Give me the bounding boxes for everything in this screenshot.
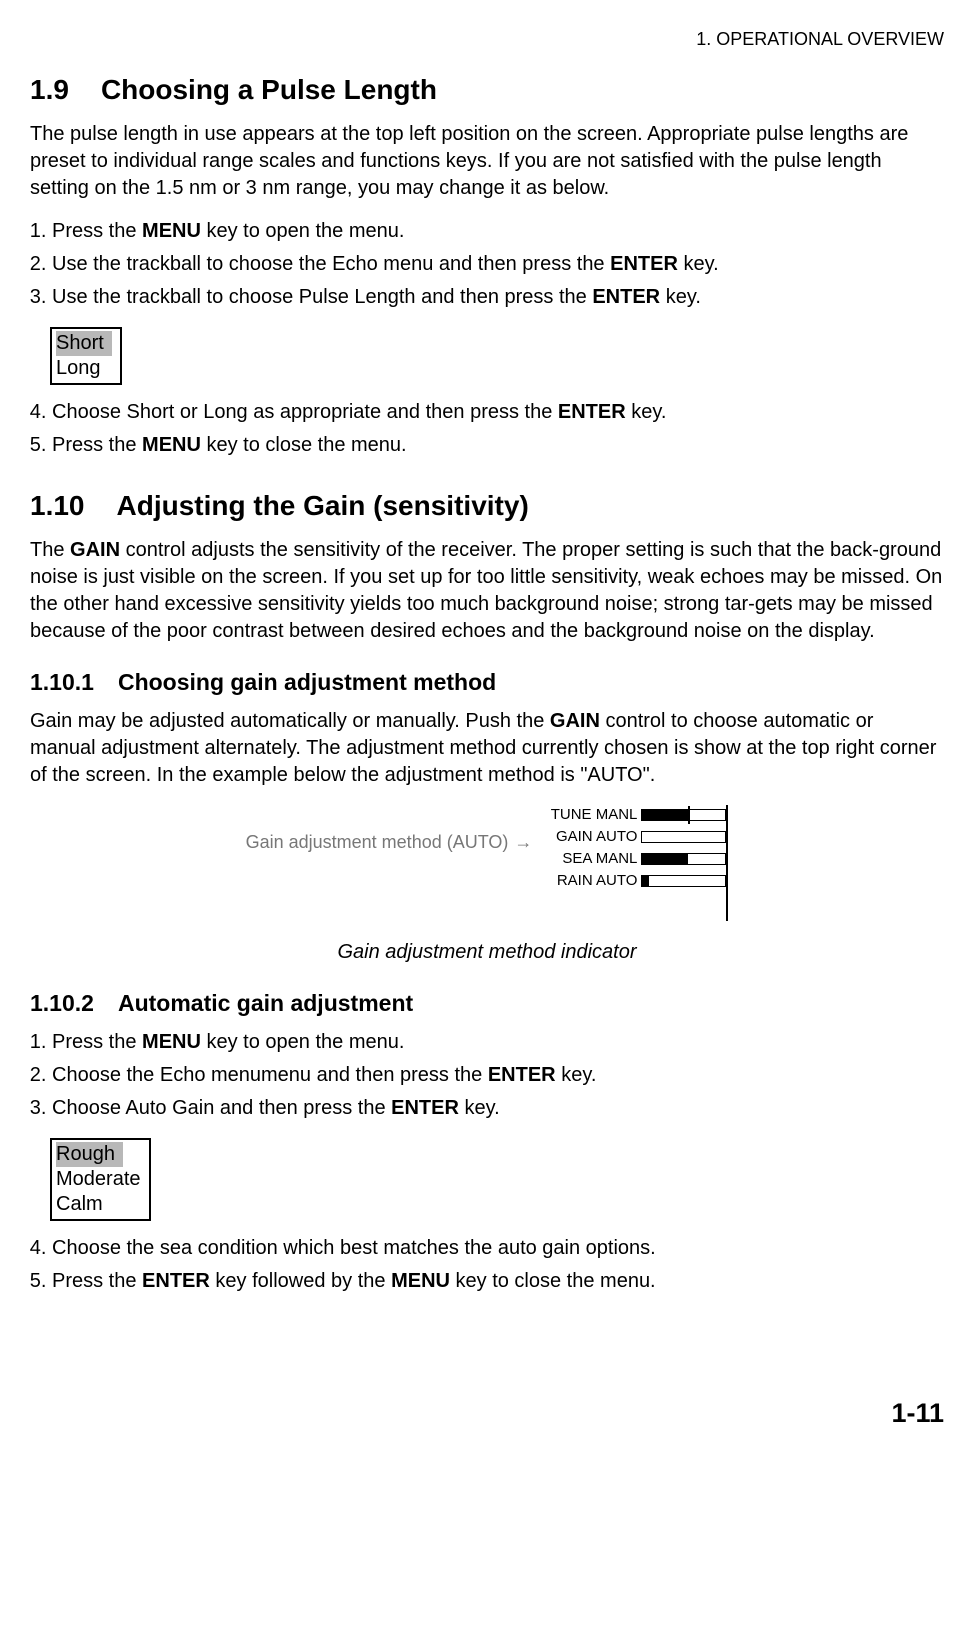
- section-1-10-intro: The GAIN control adjusts the sensitivity…: [30, 537, 944, 645]
- gain-row: GAIN AUTO: [542, 827, 726, 847]
- step-4: Choose Short or Long as appropriate and …: [52, 399, 944, 426]
- section-number: 1.10: [30, 487, 85, 525]
- subsection-title: Automatic gain adjustment: [118, 990, 413, 1016]
- section-1-10-heading: 1.10 Adjusting the Gain (sensitivity): [30, 487, 944, 525]
- figure-caption: Gain adjustment method indicator: [30, 939, 944, 966]
- option-calm: Calm: [56, 1192, 141, 1217]
- subsection-1-10-1-heading: 1.10.1 Choosing gain adjustment method: [30, 667, 944, 698]
- section-title: Choosing a Pulse Length: [101, 74, 437, 105]
- option-long: Long: [56, 356, 112, 381]
- page-number: 1-11: [30, 1395, 944, 1431]
- step-5: Press the ENTER key followed by the MENU…: [52, 1268, 944, 1295]
- step-2: Use the trackball to choose the Echo men…: [52, 251, 944, 278]
- step-5: Press the MENU key to close the menu.: [52, 432, 944, 459]
- auto-gain-options-box: Rough Moderate Calm: [50, 1138, 151, 1221]
- step-1: Press the MENU key to open the menu.: [52, 218, 944, 245]
- subsection-1-10-2-heading: 1.10.2 Automatic gain adjustment: [30, 988, 944, 1019]
- steps-list-1: Press the MENU key to open the menu. Use…: [30, 218, 944, 311]
- step-3: Use the trackball to choose Pulse Length…: [52, 284, 944, 311]
- arrow-icon: →: [514, 805, 542, 854]
- sea-row: SEA MANL: [542, 849, 726, 869]
- subsection-title: Choosing gain adjustment method: [118, 669, 496, 695]
- step-2: Choose the Echo menumenu and then press …: [52, 1062, 944, 1089]
- tune-bar: [641, 809, 726, 821]
- tune-row: TUNE MANL: [542, 805, 726, 825]
- section-title: Adjusting the Gain (sensitivity): [117, 490, 529, 521]
- option-moderate: Moderate: [56, 1167, 141, 1192]
- subsection-number: 1.10.1: [30, 667, 94, 698]
- subsection-number: 1.10.2: [30, 988, 94, 1019]
- sea-bar: [641, 853, 726, 865]
- subsection-1-10-1-body: Gain may be adjusted automatically or ma…: [30, 708, 944, 789]
- indicator-panel: TUNE MANL GAIN AUTO SEA MANL: [542, 805, 728, 921]
- section-number: 1.9: [30, 71, 69, 109]
- steps-list-1b: Choose Short or Long as appropriate and …: [30, 399, 944, 459]
- rain-bar: [641, 875, 726, 887]
- gain-bar: [641, 831, 726, 843]
- indicator-figure: Gain adjustment method (AUTO) → TUNE MAN…: [30, 805, 944, 921]
- option-short: Short: [56, 331, 112, 356]
- step-3: Choose Auto Gain and then press the ENTE…: [52, 1095, 944, 1122]
- step-4: Choose the sea condition which best matc…: [52, 1235, 944, 1262]
- step-1: Press the MENU key to open the menu.: [52, 1029, 944, 1056]
- running-header: 1. OPERATIONAL OVERVIEW: [30, 27, 944, 51]
- pulse-length-options-box: Short Long: [50, 327, 122, 385]
- pointer-label: Gain adjustment method (AUTO): [246, 805, 515, 854]
- rain-row: RAIN AUTO: [542, 871, 726, 891]
- steps-list-2: Press the MENU key to open the menu. Cho…: [30, 1029, 944, 1122]
- steps-list-2b: Choose the sea condition which best matc…: [30, 1235, 944, 1295]
- section-1-9-intro: The pulse length in use appears at the t…: [30, 121, 944, 202]
- section-1-9-heading: 1.9 Choosing a Pulse Length: [30, 71, 944, 109]
- option-rough: Rough: [56, 1142, 141, 1167]
